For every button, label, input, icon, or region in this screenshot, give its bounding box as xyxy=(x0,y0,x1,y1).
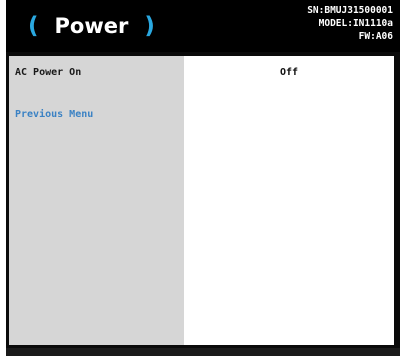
osd-menu-window: ( Power ) SN:BMUJ31500001 MODEL:IN1110a … xyxy=(6,0,400,356)
serial-number: SN:BMUJ31500001 xyxy=(307,5,393,16)
menu-value-panel: Off xyxy=(184,56,394,345)
menu-item-previous-menu[interactable]: Previous Menu xyxy=(15,109,93,120)
firmware-version: FW:A06 xyxy=(358,31,393,42)
page-title: Power xyxy=(54,14,129,38)
menu-header: ( Power ) SN:BMUJ31500001 MODEL:IN1110a … xyxy=(6,0,400,52)
ac-power-on-value[interactable]: Off xyxy=(184,67,394,78)
menu-item-ac-power-on[interactable]: AC Power On xyxy=(15,67,81,78)
title-bracket-left: ( xyxy=(28,13,39,39)
title-bracket-right: ) xyxy=(144,13,155,39)
bottom-bar xyxy=(6,348,400,356)
model-number: MODEL:IN1110a xyxy=(318,18,393,29)
device-info: SN:BMUJ31500001 MODEL:IN1110a FW:A06 xyxy=(307,4,393,43)
menu-title: ( Power ) xyxy=(28,10,155,42)
menu-sidebar: AC Power On Previous Menu xyxy=(9,56,184,345)
